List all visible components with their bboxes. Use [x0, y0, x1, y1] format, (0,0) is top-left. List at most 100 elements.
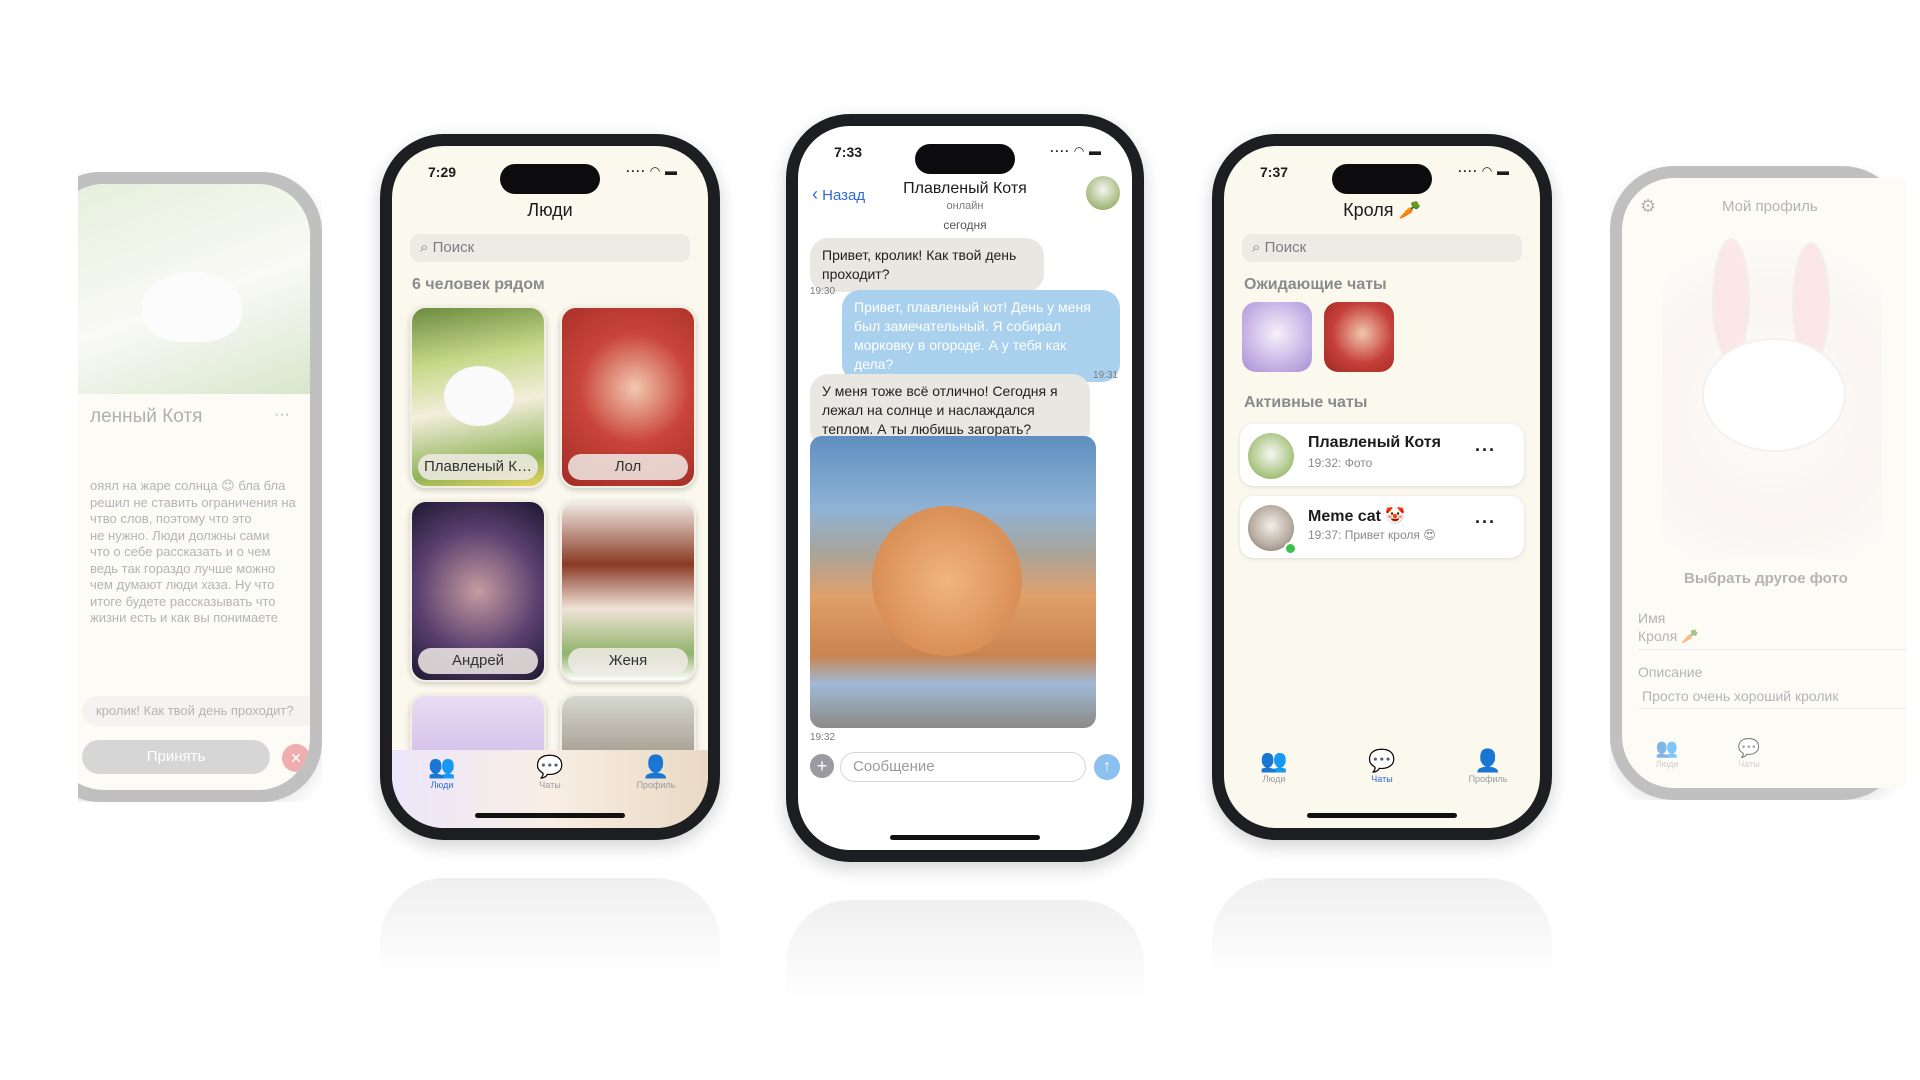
person-icon: 👤 — [642, 754, 670, 779]
tab-people[interactable]: 👥 Люди — [1234, 748, 1314, 784]
clock: 7:37 — [1260, 164, 1289, 180]
chat-name: Плавленый Котя — [1308, 434, 1441, 451]
close-icon: ✕ — [290, 750, 302, 766]
waiting-chat-avatar[interactable] — [1324, 302, 1394, 372]
message-bubble: Привет, кролик! Как твой день проходит? — [810, 238, 1044, 292]
phone-chat: 7:33 ···· ◠ ▬ ‹ Назад Плавленый Котя онл… — [786, 114, 1144, 862]
chat-name: Meme cat 🤡 — [1308, 508, 1406, 525]
description-field[interactable]: Просто очень хороший кролик — [1638, 684, 1906, 709]
clock: 7:29 — [428, 164, 457, 180]
status-bar: 7:29 ···· ◠ ▬ — [392, 160, 708, 186]
bunny-head — [1702, 338, 1846, 452]
attach-button[interactable]: + — [810, 754, 834, 778]
online-indicator — [1284, 542, 1297, 555]
description-label: Описание — [1638, 664, 1703, 680]
page-title: Мой профиль — [1722, 198, 1818, 215]
contact-name: Плавленый Котя — [903, 180, 1027, 197]
waiting-chats-label: Ожидающие чаты — [1244, 276, 1387, 293]
message-bubble: Привет, плавленый кот! День у меня был з… — [842, 290, 1120, 382]
status-bar: 7:33 ···· ◠ ▬ — [798, 140, 1132, 166]
name-label: Имя — [1638, 610, 1666, 626]
person-card[interactable]: Плавленый Кот... — [410, 306, 546, 488]
chat-preview: 19:32: Фото — [1308, 456, 1373, 470]
home-indicator — [475, 813, 625, 818]
left-phone: ленный Котя ··· ояял на жаре солнца 😊 бл… — [78, 172, 322, 802]
contact-avatar[interactable] — [1086, 176, 1120, 210]
active-chats-label: Активные чаты — [1244, 394, 1368, 411]
accept-button[interactable]: Принять — [82, 740, 270, 774]
search-input[interactable]: ⌕ Поиск — [1242, 234, 1522, 262]
tab-chats[interactable]: 💬 Чаты — [1342, 748, 1422, 784]
arrow-up-icon: ↑ — [1103, 758, 1111, 775]
contact-status: онлайн — [946, 200, 984, 212]
tab-people[interactable]: 👥 Люди — [402, 754, 482, 790]
chat-row[interactable]: Meme cat 🤡 19:37: Привет кроля 😍 ··· — [1240, 496, 1524, 558]
person-icon: 👤 — [1474, 748, 1502, 773]
settings-icon[interactable]: ⚙ — [1640, 196, 1656, 217]
cat-figure — [444, 366, 514, 426]
profile-photo — [78, 184, 310, 394]
status-icons: ···· ◠ ▬ — [626, 164, 678, 178]
plus-icon: + — [816, 756, 828, 776]
message-time: 19:30 — [810, 286, 836, 297]
search-icon: ⌕ — [1252, 239, 1265, 256]
profile-bio: ояял на жаре солнца 😊 бла бла решил не ст… — [90, 478, 296, 625]
send-button[interactable]: ↑ — [1094, 754, 1120, 780]
card-label: Андрей — [418, 648, 538, 674]
chat-icon: 💬 — [536, 754, 564, 779]
status-bar: 7:37 ···· ◠ ▬ — [1224, 160, 1540, 186]
reflection — [1212, 878, 1552, 978]
cat-figure — [872, 506, 1022, 656]
card-label: Женя — [568, 648, 688, 674]
cat-figure — [142, 272, 242, 342]
reflection — [786, 900, 1144, 1000]
status-icons: ···· ◠ ▬ — [1458, 164, 1510, 178]
right-phone: ⚙ Мой профиль Выбрать другое фото Имя Кр… — [1610, 166, 1906, 800]
chat-preview: 19:37: Привет кроля 😍 — [1308, 528, 1436, 542]
tab-people[interactable]: 👥 Люди — [1642, 738, 1692, 769]
more-button[interactable]: ··· — [274, 406, 290, 424]
message-time: 19:31 — [1092, 370, 1118, 381]
profile-photo — [1662, 228, 1882, 558]
more-button[interactable]: ··· — [1475, 512, 1496, 533]
tab-profile[interactable]: 👤 Профиль — [1448, 748, 1528, 784]
date-label: сегодня — [943, 218, 987, 232]
more-button[interactable]: ··· — [1475, 440, 1496, 461]
tab-bar: 👥 Люди 💬 Чаты 👤 Профиль — [1224, 744, 1540, 800]
status-icons: ···· ◠ ▬ — [1050, 144, 1102, 158]
home-indicator — [1307, 813, 1457, 818]
clock: 7:33 — [834, 144, 863, 160]
message-preview: кролик! Как твой день проходит? — [82, 696, 310, 726]
phone-chats: 7:37 ···· ◠ ▬ Кроля 🥕 ⌕ Поиск Ожидающие … — [1212, 134, 1552, 840]
people-icon: 👥 — [1260, 748, 1288, 773]
choose-photo-button[interactable]: Выбрать другое фото — [1684, 570, 1848, 587]
people-icon: 👥 — [428, 754, 456, 779]
chat-icon: 💬 — [1368, 748, 1396, 773]
search-input[interactable]: ⌕ Поиск — [410, 234, 690, 262]
profile-name: ленный Котя — [90, 406, 203, 427]
page-title: Кроля 🥕 — [1343, 200, 1421, 220]
tab-profile[interactable]: 👤 Профиль — [616, 754, 696, 790]
people-icon: 👥 — [1655, 738, 1679, 758]
photo-message[interactable] — [810, 436, 1096, 728]
tab-chats[interactable]: 💬 Чаты — [1724, 738, 1774, 769]
card-label: Лол — [568, 454, 688, 480]
reflection — [380, 878, 720, 978]
decline-button[interactable]: ✕ — [282, 744, 310, 772]
chat-row[interactable]: Плавленый Котя 19:32: Фото ··· — [1240, 424, 1524, 486]
avatar — [1248, 433, 1294, 479]
card-label: Плавленый Кот... — [418, 454, 538, 480]
message-input[interactable]: Сообщение — [840, 752, 1086, 782]
chat-icon: 💬 — [1737, 738, 1761, 758]
person-card[interactable]: Женя — [560, 500, 696, 682]
page-title: Люди — [527, 200, 573, 220]
person-card[interactable]: Андрей — [410, 500, 546, 682]
name-field[interactable]: Кроля 🥕 — [1638, 628, 1906, 650]
nearby-count: 6 человек рядом — [412, 276, 545, 293]
chats-screen: 7:37 ···· ◠ ▬ Кроля 🥕 ⌕ Поиск Ожидающие … — [1224, 146, 1540, 828]
phone-people: 7:29 ···· ◠ ▬ Люди ⌕ Поиск 6 человек ряд… — [380, 134, 720, 840]
tab-chats[interactable]: 💬 Чаты — [510, 754, 590, 790]
person-card[interactable]: Лол — [560, 306, 696, 488]
chat-screen: 7:33 ···· ◠ ▬ ‹ Назад Плавленый Котя онл… — [798, 126, 1132, 850]
waiting-chat-avatar[interactable] — [1242, 302, 1312, 372]
